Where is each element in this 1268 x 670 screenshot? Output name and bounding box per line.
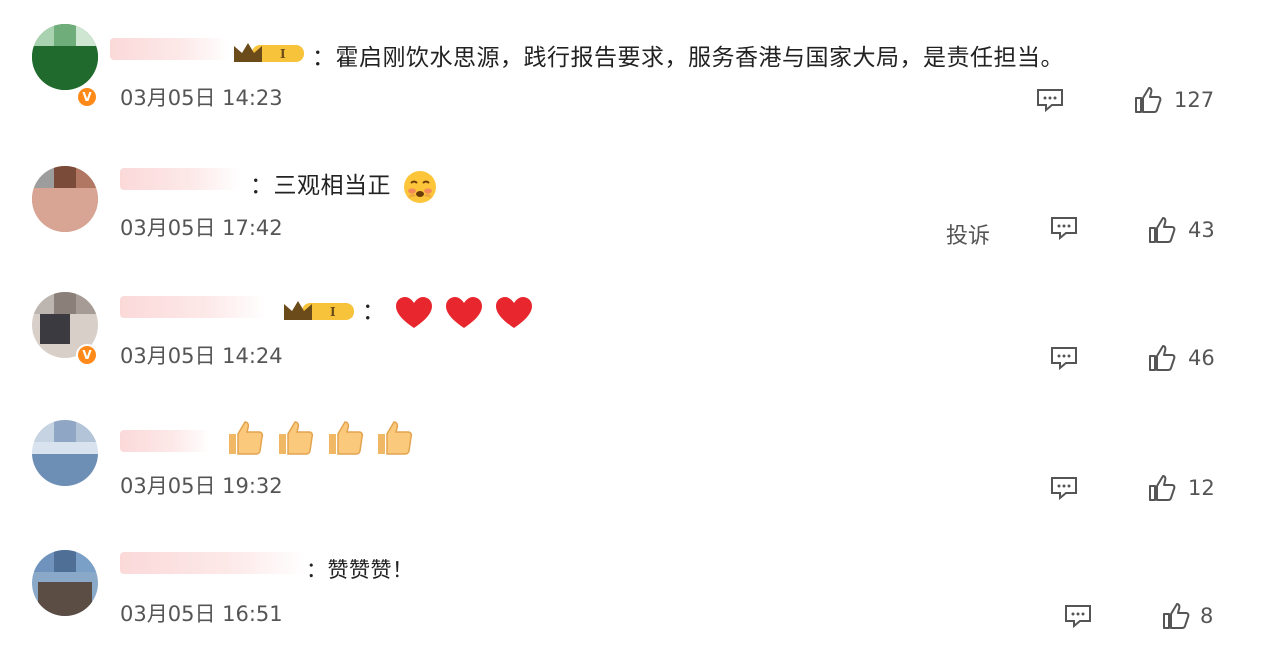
thumbs-up-emoji-icon — [229, 421, 264, 455]
thumbs-up-icon[interactable] — [1148, 344, 1176, 372]
thumbs-up-emoji-icon — [278, 421, 313, 455]
comment-timestamp: 03月05日 19:32 — [120, 474, 283, 498]
comment-item: ：赞赞赞！ 03月05日 16:51 8 — [0, 550, 1268, 670]
vip-crown-badge-icon: I — [234, 43, 304, 62]
thumbs-up-emoji-icon — [378, 421, 413, 455]
comment-icon[interactable] — [1050, 216, 1078, 240]
heart-emoji-icon — [396, 296, 433, 328]
comment-text: ：三观相当正 — [250, 166, 437, 204]
avatar[interactable] — [32, 550, 98, 616]
thumbs-up-icon[interactable] — [1162, 602, 1190, 630]
comment-item: V I ： 03月05日 14:24 46 — [0, 292, 1268, 412]
blushing-face-emoji-icon — [403, 170, 436, 203]
comment-timestamp: 03月05日 14:24 — [120, 344, 283, 368]
verified-badge-icon: V — [76, 344, 98, 366]
avatar[interactable] — [32, 420, 98, 486]
thumbs-up-icon[interactable] — [1148, 474, 1176, 502]
like-count: 46 — [1188, 346, 1215, 370]
like-count: 43 — [1188, 218, 1215, 242]
report-link[interactable]: 投诉 — [946, 218, 990, 250]
comment-icon[interactable] — [1036, 88, 1064, 112]
comment-text-content: ： — [362, 299, 386, 325]
comment-text: ： — [362, 292, 533, 330]
comment-text: ：赞赞赞！ — [306, 558, 414, 582]
thumbs-up-emoji-icon — [328, 421, 363, 455]
comment-timestamp: 03月05日 16:51 — [120, 602, 283, 626]
username-blurred[interactable] — [110, 38, 230, 60]
heart-emoji-icon — [446, 296, 483, 328]
comment-icon[interactable] — [1050, 476, 1078, 500]
thumbs-up-icon[interactable] — [1148, 216, 1176, 244]
vip-crown-badge-icon: I — [284, 301, 354, 320]
svg-text:I: I — [330, 305, 336, 319]
thumbs-up-icon[interactable] — [1134, 86, 1162, 114]
comment-text: ：霍启刚饮水思源，践行报告要求，服务香港与国家大局，是责任担当。 — [312, 45, 1064, 71]
comment-item: ：三观相当正 03月05日 17:42 投诉 43 — [0, 166, 1268, 286]
comment-text — [226, 420, 413, 456]
like-count: 12 — [1188, 476, 1215, 500]
avatar[interactable] — [32, 24, 98, 90]
username-blurred[interactable] — [120, 552, 306, 574]
comment-timestamp: 03月05日 14:23 — [120, 86, 283, 110]
avatar[interactable] — [32, 166, 98, 232]
like-count: 127 — [1174, 88, 1215, 112]
comment-icon[interactable] — [1064, 604, 1092, 628]
verified-badge-icon: V — [76, 86, 98, 108]
svg-text:I: I — [280, 47, 286, 61]
username-blurred[interactable] — [120, 430, 210, 452]
username-blurred[interactable] — [120, 296, 266, 318]
like-count: 8 — [1200, 604, 1214, 628]
comment-item: V I ：霍启刚饮水思源，践行报告要求，服务香港与国家大局，是责任担当。 03月… — [0, 24, 1268, 144]
comment-item: 03月05日 19:32 12 — [0, 420, 1268, 540]
comment-timestamp: 03月05日 17:42 — [120, 216, 283, 240]
heart-emoji-icon — [495, 296, 532, 328]
username-blurred[interactable] — [120, 168, 240, 190]
comment-text-content: ：三观相当正 — [250, 173, 391, 199]
comment-icon[interactable] — [1050, 346, 1078, 370]
